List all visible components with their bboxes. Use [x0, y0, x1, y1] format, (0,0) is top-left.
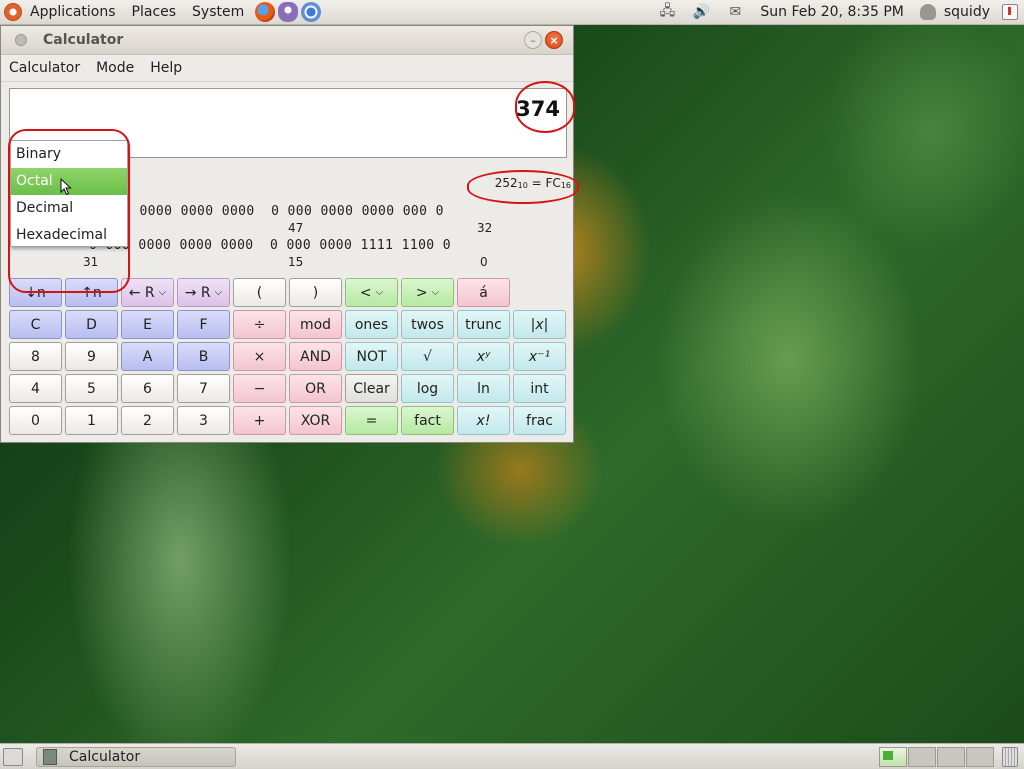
subtract-button[interactable]: −: [233, 374, 286, 403]
show-desktop-icon[interactable]: [3, 747, 23, 766]
digit-f-button[interactable]: F: [177, 310, 230, 339]
bits-row-high: 0 0000 0000 0000 0 000 0000 0000 000 0: [123, 204, 444, 219]
taskbar-label: Calculator: [69, 748, 141, 765]
bottom-panel: Calculator: [0, 743, 1024, 769]
digit-d-button[interactable]: D: [65, 310, 118, 339]
chevron-down-icon: ⌵: [214, 287, 223, 298]
factorial-button[interactable]: x!: [457, 406, 510, 435]
and-button[interactable]: AND: [289, 342, 342, 371]
not-button[interactable]: NOT: [345, 342, 398, 371]
volume-icon[interactable]: 🔊: [690, 3, 712, 21]
digit-b-button[interactable]: B: [177, 342, 230, 371]
shift-right-button[interactable]: > ⌵: [401, 278, 454, 307]
places-menu[interactable]: Places: [124, 0, 185, 24]
digit-c-button[interactable]: C: [9, 310, 62, 339]
ubuntu-logo-icon[interactable]: [4, 3, 22, 21]
sqrt-button[interactable]: √: [401, 342, 454, 371]
user-name: squidy: [943, 4, 990, 20]
user-icon: [919, 4, 936, 20]
mod-button[interactable]: mod: [289, 310, 342, 339]
mouse-pointer-icon: [60, 178, 72, 196]
annotation-circle-conversion: [467, 170, 579, 204]
annotation-circle-dropdown: [8, 129, 130, 293]
clock[interactable]: Sun Feb 20, 8:35 PM: [752, 4, 911, 20]
chevron-down-icon: ⌵: [431, 287, 440, 298]
shift-left-button[interactable]: < ⌵: [345, 278, 398, 307]
open-paren-button[interactable]: (: [233, 278, 286, 307]
ln-button[interactable]: ln: [457, 374, 510, 403]
digit-8-button[interactable]: 8: [9, 342, 62, 371]
menu-mode[interactable]: Mode: [88, 60, 142, 76]
bit-position-15: 15: [288, 255, 304, 269]
shutdown-icon[interactable]: [1002, 4, 1018, 20]
menu-calculator[interactable]: Calculator: [1, 60, 88, 76]
workspace-1[interactable]: [879, 746, 907, 767]
digit-6-button[interactable]: 6: [121, 374, 174, 403]
bit-position-32: 32: [477, 221, 493, 235]
calculator-window: Calculator – × Calculator Mode Help 374 …: [0, 25, 579, 443]
log-button[interactable]: log: [401, 374, 454, 403]
close-button[interactable]: ×: [545, 31, 563, 49]
digit-a-button[interactable]: A: [121, 342, 174, 371]
system-menu[interactable]: System: [184, 0, 252, 24]
workspace-4[interactable]: [966, 746, 994, 767]
workspace-3[interactable]: [937, 746, 965, 767]
store-register-button[interactable]: ← R ⌵: [121, 278, 174, 307]
calculator-app-icon: [43, 748, 57, 765]
bit-position-47: 47: [288, 221, 304, 235]
digit-7-button[interactable]: 7: [177, 374, 230, 403]
add-button[interactable]: +: [233, 406, 286, 435]
applications-menu[interactable]: Applications: [22, 0, 124, 24]
bit-position-0: 0: [480, 255, 488, 269]
window-title: Calculator: [43, 32, 124, 48]
digit-2-button[interactable]: 2: [121, 406, 174, 435]
clear-button[interactable]: Clear: [345, 374, 398, 403]
twos-complement-button[interactable]: twos: [401, 310, 454, 339]
digit-3-button[interactable]: 3: [177, 406, 230, 435]
minimize-button[interactable]: –: [524, 31, 542, 49]
power-button[interactable]: xʸ: [457, 342, 510, 371]
equals-button[interactable]: =: [345, 406, 398, 435]
bits-row-low: 0 000 0000 0000 0000 0 000 0000 1111 110…: [89, 238, 451, 253]
digit-4-button[interactable]: 4: [9, 374, 62, 403]
digit-1-button[interactable]: 1: [65, 406, 118, 435]
or-button[interactable]: OR: [289, 374, 342, 403]
ones-complement-button[interactable]: ones: [345, 310, 398, 339]
close-paren-button[interactable]: ): [289, 278, 342, 307]
divide-button[interactable]: ÷: [233, 310, 286, 339]
xor-button[interactable]: XOR: [289, 406, 342, 435]
digit-e-button[interactable]: E: [121, 310, 174, 339]
user-menu[interactable]: squidy: [912, 4, 998, 20]
menubar: Calculator Mode Help: [1, 55, 573, 82]
taskbar-button-calculator[interactable]: Calculator: [36, 746, 236, 767]
digit-0-button[interactable]: 0: [9, 406, 62, 435]
chromium-launcher-icon[interactable]: [301, 2, 322, 22]
mail-icon[interactable]: ✉: [724, 3, 746, 21]
char-button[interactable]: á: [457, 278, 510, 307]
chevron-down-icon: ⌵: [158, 287, 167, 298]
menu-help[interactable]: Help: [142, 60, 190, 76]
frac-button[interactable]: frac: [513, 406, 566, 435]
reciprocal-button[interactable]: x⁻¹: [513, 342, 566, 371]
abs-button[interactable]: |x|: [513, 310, 566, 339]
firefox-launcher-icon[interactable]: [255, 2, 276, 22]
workspace-switcher: [878, 746, 994, 767]
trunc-button[interactable]: trunc: [457, 310, 510, 339]
digit-9-button[interactable]: 9: [65, 342, 118, 371]
workspace-2[interactable]: [908, 746, 936, 767]
digit-5-button[interactable]: 5: [65, 374, 118, 403]
top-panel: Applications Places System 🖧 🔊 ✉ Sun Feb…: [0, 0, 1024, 25]
trash-icon[interactable]: [1002, 746, 1018, 767]
chevron-down-icon: ⌵: [375, 287, 384, 298]
recall-register-button[interactable]: → R ⌵: [177, 278, 230, 307]
annotation-circle-display: [515, 81, 575, 133]
window-menu-icon[interactable]: [15, 34, 27, 46]
multiply-button[interactable]: ×: [233, 342, 286, 371]
pidgin-launcher-icon[interactable]: [278, 2, 299, 22]
window-titlebar[interactable]: Calculator – ×: [1, 26, 573, 55]
network-icon[interactable]: 🖧: [656, 3, 678, 21]
int-button[interactable]: int: [513, 374, 566, 403]
fact-button[interactable]: fact: [401, 406, 454, 435]
